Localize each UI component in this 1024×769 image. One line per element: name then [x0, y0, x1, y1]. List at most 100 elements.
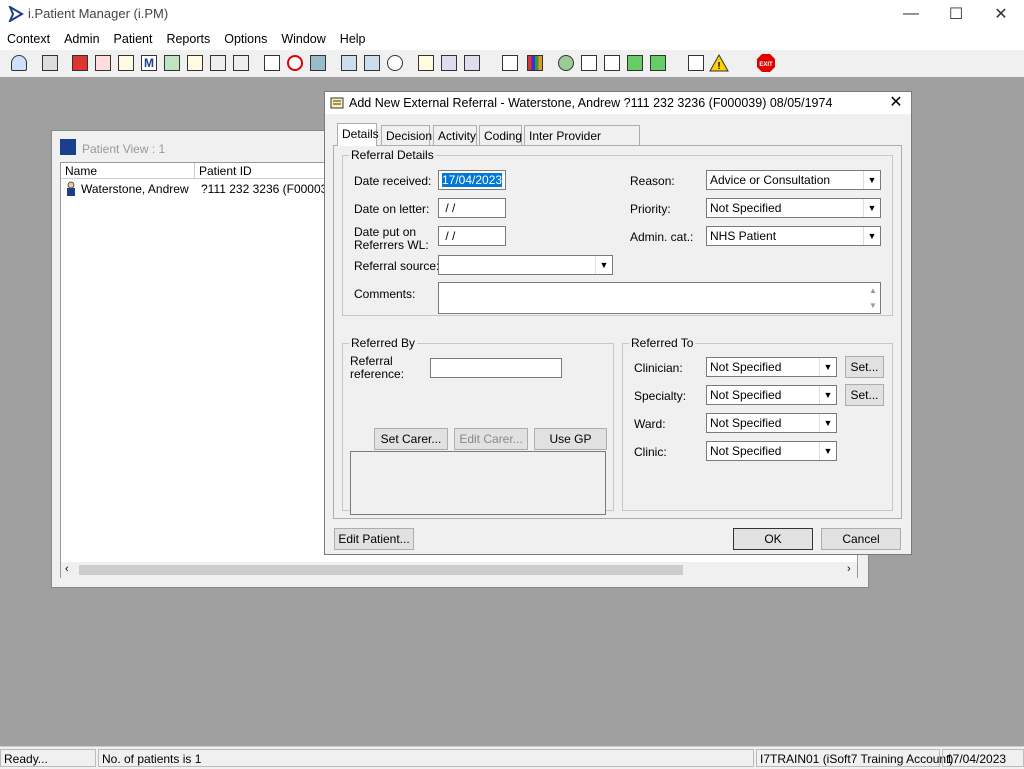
clinician-select[interactable]: Not Specified ▼: [706, 357, 837, 377]
bar-chart-icon[interactable]: [525, 53, 545, 73]
monitor-icon[interactable]: [308, 53, 328, 73]
referral-reference-input[interactable]: [430, 358, 562, 378]
date-put-on-label-line2: Referrers WL:: [354, 238, 429, 252]
set-specialty-button[interactable]: Set...: [845, 384, 884, 406]
referral-details-legend: Referral Details: [349, 148, 436, 162]
add-referral-dialog: Add New External Referral - Waterstone, …: [324, 91, 912, 555]
exit-icon[interactable]: EXIT: [756, 53, 776, 73]
scrollbar-thumb[interactable]: [79, 565, 683, 575]
chevron-down-icon[interactable]: ▼: [819, 386, 836, 404]
menu-help[interactable]: Help: [333, 32, 373, 46]
letter-m-icon[interactable]: M: [139, 53, 159, 73]
close-button[interactable]: ✕: [978, 0, 1024, 28]
referral-icon[interactable]: [70, 53, 90, 73]
date-received-input[interactable]: 17/04/2023: [438, 170, 506, 190]
clinician-label: Clinician:: [634, 361, 683, 375]
referral-source-select[interactable]: ▼: [438, 255, 613, 275]
maximize-button[interactable]: ☐: [933, 0, 979, 28]
scroll-down-icon[interactable]: ▼: [869, 301, 877, 310]
ambulance-icon[interactable]: [231, 53, 251, 73]
specialty-label: Specialty:: [634, 389, 687, 403]
referral-source-label: Referral source:: [354, 259, 440, 273]
warning-icon[interactable]: !: [709, 53, 729, 73]
menu-window[interactable]: Window: [274, 32, 332, 46]
dialog-titlebar[interactable]: Add New External Referral - Waterstone, …: [325, 92, 911, 114]
chevron-down-icon[interactable]: ▼: [863, 199, 880, 217]
set-clinician-button[interactable]: Set...: [845, 356, 884, 378]
edit-patient-button[interactable]: Edit Patient...: [334, 528, 414, 550]
cancel-button[interactable]: Cancel: [821, 528, 901, 550]
tab-inter-provider-transfer[interactable]: Inter Provider Transfer: [524, 125, 640, 163]
date-on-letter-input[interactable]: / /: [438, 198, 506, 218]
patient-row-id[interactable]: ?111 232 3236 (F000039): [201, 181, 338, 197]
priority-select[interactable]: Not Specified ▼: [706, 198, 881, 218]
scroll-right-icon[interactable]: ›: [847, 563, 851, 575]
referral-reference-label-line2: reference:: [350, 367, 405, 381]
clinic-select[interactable]: Not Specified ▼: [706, 441, 837, 461]
referred-by-legend: Referred By: [349, 336, 418, 350]
referred-to-legend: Referred To: [629, 336, 696, 350]
tab-coding[interactable]: Coding: [479, 125, 522, 145]
clinic-label: Clinic:: [634, 445, 667, 459]
chevron-down-icon[interactable]: ▼: [595, 256, 612, 274]
comments-textarea[interactable]: [438, 282, 881, 314]
menu-context[interactable]: Context: [0, 32, 57, 46]
tab-decision[interactable]: Decision: [381, 125, 432, 145]
notepad-icon[interactable]: [416, 53, 436, 73]
patient-search-icon[interactable]: [9, 53, 29, 73]
referred-by-group: Referred By Referral reference: Set Care…: [342, 336, 614, 515]
column-header-name[interactable]: Name: [61, 163, 195, 179]
person-icon[interactable]: [162, 53, 182, 73]
ok-button[interactable]: OK: [733, 528, 813, 550]
menu-patient[interactable]: Patient: [107, 32, 160, 46]
chart-icon[interactable]: [339, 53, 359, 73]
envelope-green-icon[interactable]: [625, 53, 645, 73]
scroll-left-icon[interactable]: ‹: [65, 563, 69, 575]
chevron-down-icon[interactable]: ▼: [819, 358, 836, 376]
admin-cat-select[interactable]: NHS Patient ▼: [706, 226, 881, 246]
print-icon[interactable]: [40, 53, 60, 73]
referral-details-group: Referral Details Date received: 17/04/20…: [342, 148, 893, 316]
status-patient-count: No. of patients is 1: [98, 749, 754, 767]
bed-icon[interactable]: [439, 53, 459, 73]
scroll-up-icon[interactable]: ▲: [869, 286, 877, 295]
page-icon[interactable]: [500, 53, 520, 73]
menu-options[interactable]: Options: [217, 32, 274, 46]
list-icon[interactable]: [362, 53, 382, 73]
use-gp-button[interactable]: Use GP: [534, 428, 607, 450]
envelope-check-icon[interactable]: [648, 53, 668, 73]
nurse-icon[interactable]: [462, 53, 482, 73]
chevron-down-icon[interactable]: ▼: [863, 171, 880, 189]
dialog-close-button[interactable]: ✕: [885, 93, 907, 113]
clock-icon[interactable]: [285, 53, 305, 73]
chevron-down-icon[interactable]: ▼: [819, 442, 836, 460]
tab-activity[interactable]: Activity: [433, 125, 477, 145]
date-put-on-wl-input[interactable]: / /: [438, 226, 506, 246]
svg-text:!: !: [717, 61, 720, 72]
horizontal-scrollbar[interactable]: ‹ ›: [61, 562, 857, 578]
notes-icon[interactable]: [185, 53, 205, 73]
envelope-icon[interactable]: [579, 53, 599, 73]
radar-icon[interactable]: [385, 53, 405, 73]
chevron-down-icon[interactable]: ▼: [819, 414, 836, 432]
referred-to-group: Referred To Clinician: Not Specified ▼ Se…: [622, 336, 893, 511]
set-carer-button[interactable]: Set Carer...: [374, 428, 448, 450]
patient-row-name[interactable]: Waterstone, Andrew: [81, 181, 189, 197]
globe-icon[interactable]: [556, 53, 576, 73]
specialty-select[interactable]: Not Specified ▼: [706, 385, 837, 405]
document-icon[interactable]: [116, 53, 136, 73]
transfer-icon[interactable]: [686, 53, 706, 73]
chevron-down-icon[interactable]: ▼: [863, 227, 880, 245]
search-doc-icon[interactable]: [262, 53, 282, 73]
edit-icon[interactable]: [93, 53, 113, 73]
transport-icon[interactable]: [208, 53, 228, 73]
reason-select[interactable]: Advice or Consultation ▼: [706, 170, 881, 190]
edit-carer-button: Edit Carer...: [454, 428, 528, 450]
minimize-button[interactable]: —: [888, 0, 934, 28]
menu-reports[interactable]: Reports: [159, 32, 217, 46]
tab-details[interactable]: Details: [337, 123, 379, 146]
ward-select[interactable]: Not Specified ▼: [706, 413, 837, 433]
menu-admin[interactable]: Admin: [57, 32, 106, 46]
envelope-down-icon[interactable]: [602, 53, 622, 73]
comments-label: Comments:: [354, 287, 416, 301]
